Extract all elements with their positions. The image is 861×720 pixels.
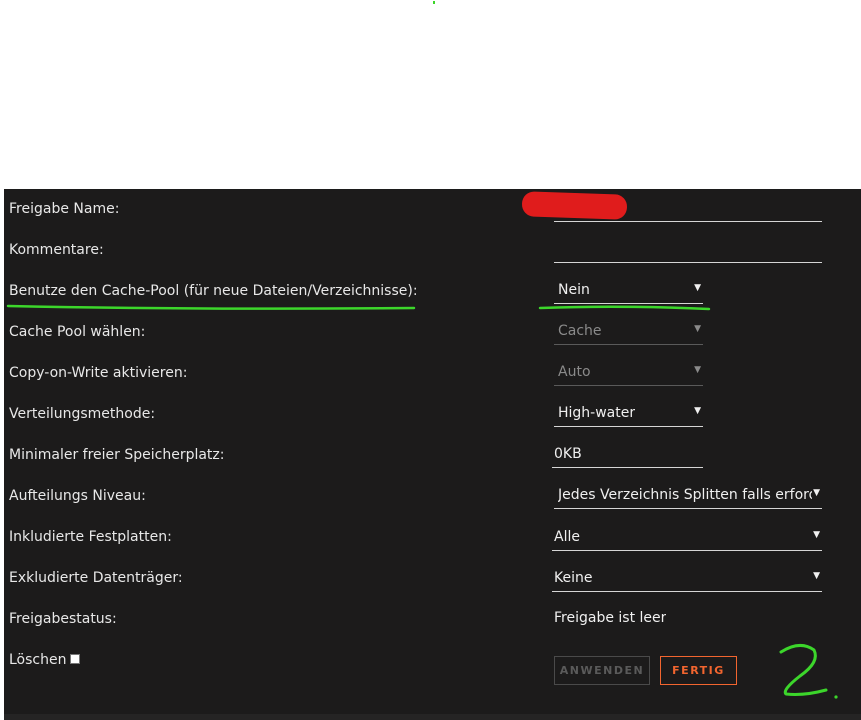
annotation-underline-label (6, 304, 416, 310)
annotation-handwritten-two (779, 644, 838, 699)
annotation-layer (6, 304, 838, 699)
annotation-underline-select (538, 305, 711, 311)
